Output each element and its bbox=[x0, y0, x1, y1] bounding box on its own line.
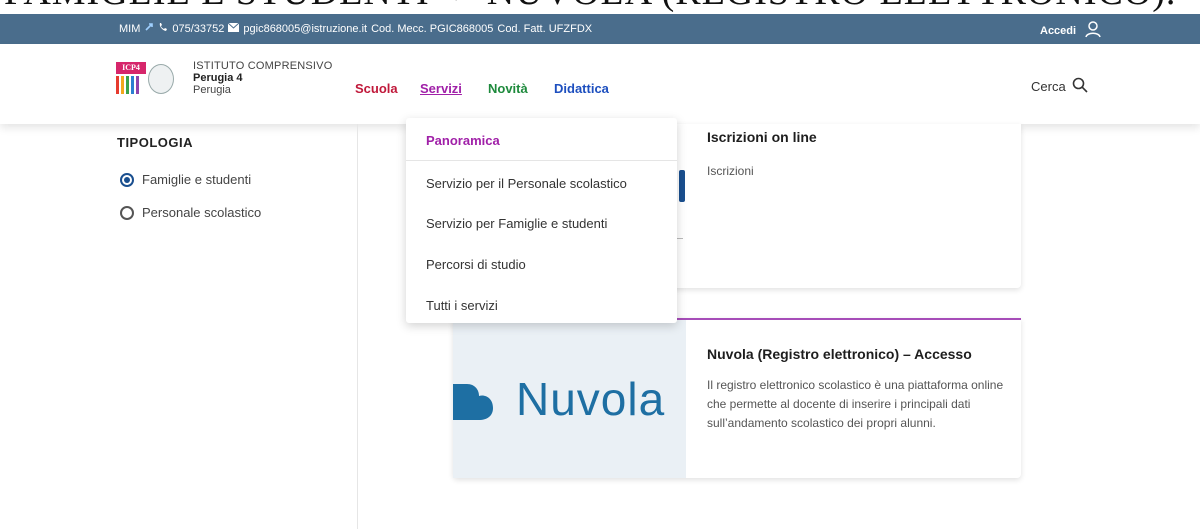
mail-icon bbox=[228, 22, 240, 35]
radio-checked-icon[interactable] bbox=[120, 172, 134, 187]
school-title: Perugia 4 bbox=[193, 72, 243, 84]
radio-label: Famiglie e studenti bbox=[142, 172, 252, 187]
nuvola-logo-icon bbox=[453, 384, 493, 420]
menu-item-percorsi[interactable]: Percorsi di studio bbox=[426, 257, 526, 272]
nav-item-scuola[interactable]: Scuola bbox=[355, 81, 398, 96]
email-address[interactable]: pgic868005@istruzione.it bbox=[243, 23, 367, 35]
mim-label[interactable]: MIM bbox=[119, 23, 140, 35]
card-category: Iscrizioni bbox=[707, 164, 754, 178]
login-button[interactable]: Accedi bbox=[1040, 20, 1102, 41]
card-image: Nuvola bbox=[453, 320, 686, 478]
school-city: Perugia bbox=[193, 84, 231, 96]
menu-item-panoramica[interactable]: Panoramica bbox=[426, 133, 500, 148]
republic-seal-icon bbox=[148, 64, 174, 94]
logo-badge: ICP4 bbox=[116, 62, 146, 74]
menu-item-tutti-servizi[interactable]: Tutti i servizi bbox=[426, 298, 498, 313]
search-button[interactable]: Cerca bbox=[1031, 77, 1088, 96]
nuvola-wordmark: Nuvola bbox=[516, 373, 666, 425]
radio-label: Personale scolastico bbox=[142, 205, 262, 220]
radio-unchecked-icon[interactable] bbox=[120, 205, 134, 220]
search-label: Cerca bbox=[1031, 79, 1066, 94]
phone-icon bbox=[158, 22, 168, 35]
login-label: Accedi bbox=[1040, 24, 1077, 37]
card-image-fragment bbox=[679, 170, 685, 202]
nav-item-novita[interactable]: Novità bbox=[488, 81, 528, 96]
card-description: Il registro elettronico scolastico è una… bbox=[707, 378, 1004, 430]
menu-item-personale[interactable]: Servizio per il Personale scolastico bbox=[426, 176, 627, 191]
user-icon bbox=[1084, 20, 1102, 41]
caption-text: FAMIGLIE E STUDENTI -> NUVOLA (REGISTRO … bbox=[4, 0, 1176, 14]
logo-stripes bbox=[116, 76, 144, 94]
contact-info: MIM 075/33752 pgic868005@istruzione.it C… bbox=[119, 22, 592, 35]
school-logo[interactable]: ICP4 bbox=[116, 62, 174, 96]
nav-item-servizi[interactable]: Servizi bbox=[420, 81, 462, 96]
radio-personale[interactable]: Personale scolastico bbox=[120, 205, 261, 220]
menu-divider bbox=[406, 160, 677, 161]
filter-title: TIPOLOGIA bbox=[117, 135, 193, 150]
sidebar-divider bbox=[357, 124, 358, 529]
radio-famiglie[interactable]: Famiglie e studenti bbox=[120, 172, 251, 187]
school-type: ISTITUTO COMPRENSIVO bbox=[193, 60, 333, 72]
menu-item-famiglie[interactable]: Servizio per Famiglie e studenti bbox=[426, 216, 607, 231]
top-bar: MIM 075/33752 pgic868005@istruzione.it C… bbox=[0, 14, 1200, 44]
servizi-dropdown-menu: Panoramica Servizio per il Personale sco… bbox=[406, 118, 677, 323]
search-icon bbox=[1072, 77, 1088, 96]
site-header: ICP4 ISTITUTO COMPRENSIVO Perugia 4 Peru… bbox=[0, 44, 1200, 124]
service-card-nuvola[interactable]: Nuvola Nuvola (Registro elettronico) – A… bbox=[453, 318, 1021, 478]
caption-text-strip: FAMIGLIE E STUDENTI -> NUVOLA (REGISTRO … bbox=[0, 0, 1200, 14]
nav-item-didattica[interactable]: Didattica bbox=[554, 81, 609, 96]
cod-mecc: Cod. Mecc. PGIC868005 bbox=[371, 22, 494, 35]
school-name[interactable]: ISTITUTO COMPRENSIVO Perugia 4 Perugia bbox=[193, 60, 332, 96]
card-title[interactable]: Iscrizioni on line bbox=[707, 129, 817, 145]
link-icon bbox=[144, 22, 154, 35]
cod-fatt: Cod. Fatt. UFZFDX bbox=[497, 22, 593, 35]
phone-number[interactable]: 075/33752 bbox=[172, 23, 224, 35]
card-title[interactable]: Nuvola (Registro elettronico) – Accesso bbox=[707, 346, 972, 362]
